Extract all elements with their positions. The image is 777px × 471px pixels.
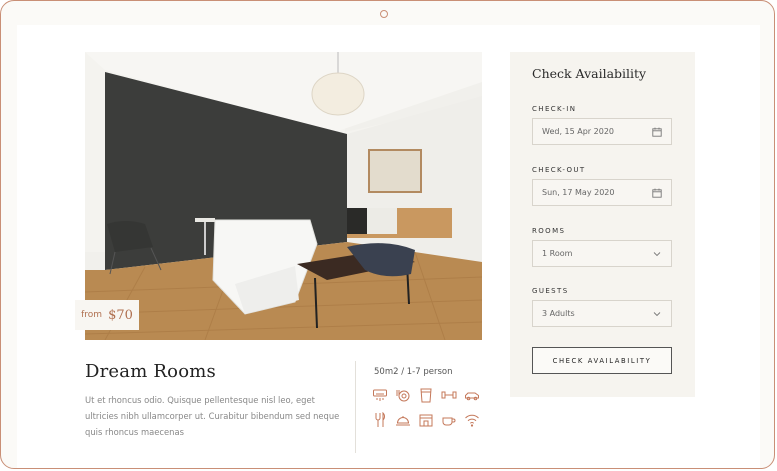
price-tag: from $70 <box>75 300 139 330</box>
checkout-value: Sun, 17 May 2020 <box>542 188 615 197</box>
camera-dot <box>380 10 388 18</box>
rooms-value: 1 Room <box>542 249 573 258</box>
chevron-down-icon <box>653 251 661 256</box>
price-prefix: from <box>81 310 103 320</box>
chevron-down-icon <box>653 311 661 316</box>
air-conditioner-icon <box>372 387 390 403</box>
availability-panel: Check Availability CHECK-IN Wed, 15 Apr … <box>510 52 695 397</box>
rooms-label: ROOMS <box>532 227 566 235</box>
checkin-value: Wed, 15 Apr 2020 <box>542 127 614 136</box>
panel-title: Check Availability <box>532 66 647 81</box>
rooms-select[interactable]: 1 Room <box>532 240 672 267</box>
bedroom-image <box>85 52 482 340</box>
checkin-field[interactable]: Wed, 15 Apr 2020 <box>532 118 672 145</box>
room-description: Ut et rhoncus odio. Quisque pellentesque… <box>85 395 340 437</box>
room-service-icon <box>395 412 413 428</box>
guests-select[interactable]: 3 Adults <box>532 300 672 327</box>
room-capacity: 50m2 / 1-7 person <box>374 367 453 377</box>
room-title[interactable]: Dream Rooms <box>85 361 216 382</box>
restaurant-icon <box>372 412 390 428</box>
guests-label: GUESTS <box>532 287 569 295</box>
store-icon <box>418 412 436 428</box>
breakfast-icon <box>395 387 413 403</box>
device-frame: from $70 Dream Rooms Ut et rhoncus odio.… <box>0 0 775 469</box>
car-icon <box>464 387 482 403</box>
checkin-label: CHECK-IN <box>532 105 577 113</box>
amenities-grid <box>372 387 492 428</box>
coffee-icon <box>441 412 459 428</box>
divider <box>355 361 356 453</box>
room-photo[interactable] <box>85 52 482 340</box>
check-availability-button[interactable]: CHECK AVAILABILITY <box>532 347 672 374</box>
guests-value: 3 Adults <box>542 309 575 318</box>
checkout-label: CHECK-OUT <box>532 166 586 174</box>
checkout-field[interactable]: Sun, 17 May 2020 <box>532 179 672 206</box>
gym-icon <box>441 387 459 403</box>
price-amount: $70 <box>108 307 133 323</box>
wifi-icon <box>464 412 482 428</box>
screen: from $70 Dream Rooms Ut et rhoncus odio.… <box>17 25 760 468</box>
laundry-icon <box>418 387 436 403</box>
calendar-icon[interactable] <box>652 188 662 198</box>
calendar-icon[interactable] <box>652 127 662 137</box>
